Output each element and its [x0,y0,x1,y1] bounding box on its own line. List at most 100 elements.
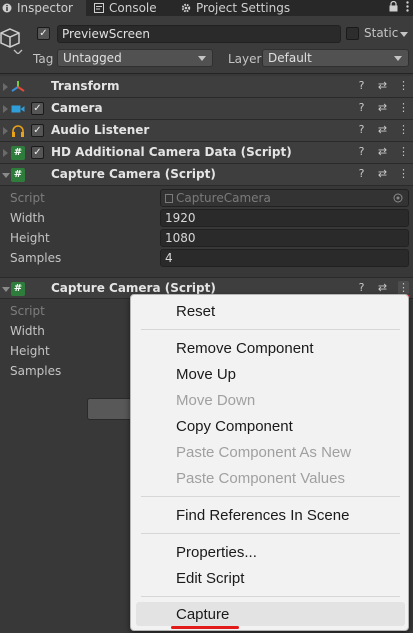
more-icon[interactable]: ⋮ [398,123,409,137]
preset-icon[interactable]: ⇄ [377,281,388,295]
tag-value: Untagged [63,51,122,65]
layer-value: Default [268,51,312,65]
tab-project-settings[interactable]: Project Settings [181,0,290,16]
tab-inspector[interactable]: Inspector [0,0,86,16]
lock-icon[interactable] [389,1,398,12]
foldout-arrow-icon[interactable] [3,149,8,157]
menu-item-edit-script[interactable]: Edit Script [176,568,244,590]
component-title: HD Additional Camera Data (Script) [51,145,292,159]
camera-icon [11,105,25,113]
preset-icon[interactable]: ⇄ [377,101,388,115]
width-label: Width [10,211,45,225]
tab-bar-actions [389,1,409,12]
samples-label: Samples [10,251,62,265]
preset-icon[interactable]: ⇄ [377,123,388,137]
tab-label: Inspector [17,1,73,15]
foldout-arrow-icon[interactable] [3,127,8,135]
more-icon[interactable]: ⋮ [398,167,409,181]
component-enabled-checkbox[interactable]: ✓ [31,124,44,137]
help-icon[interactable]: ? [356,123,367,137]
preset-icon[interactable]: ⇄ [377,79,388,93]
object-name-field[interactable]: PreviewScreen [57,25,341,43]
annotation-underline [171,626,239,629]
chevron-down-icon[interactable] [400,32,408,37]
component-actions: ? ⇄ ⋮ [356,167,409,181]
component-actions: ? ⇄ ⋮ [356,123,409,137]
menu-item-reset[interactable]: Reset [176,301,215,323]
width-field[interactable]: 1920 [160,209,409,227]
tag-dropdown[interactable]: Untagged [57,49,213,67]
component-title: Camera [51,101,103,115]
console-icon [94,3,104,13]
component-camera[interactable]: ✓ Camera ? ⇄ ⋮ [0,98,413,120]
chevron-down-icon [394,56,402,61]
foldout-arrow-icon[interactable] [3,105,8,113]
script-icon: # [11,146,25,160]
height-label: Height [10,344,50,358]
menu-item-paste-component-as-new: Paste Component As New [176,444,352,461]
tab-label: Console [109,1,157,15]
menu-item-copy-component[interactable]: Copy Component [176,416,293,438]
more-icon[interactable]: ⋮ [398,145,409,159]
menu-separator [141,329,400,330]
menu-item-remove-component[interactable]: Remove Component [176,338,314,360]
samples-field[interactable]: 4 [160,249,409,267]
menu-item-move-down: Move Down [176,392,256,409]
component-enabled-checkbox[interactable]: ✓ [31,102,44,115]
component-title: Capture Camera (Script) [51,281,216,295]
component-actions: ? ⇄ ⋮ [356,79,409,93]
menu-item-paste-component-values: Paste Component Values [176,470,345,487]
gameobject-cube-icon [0,28,23,54]
menu-separator [141,496,400,497]
script-label: Script [10,304,45,318]
height-field[interactable]: 1080 [160,229,409,247]
help-icon[interactable]: ? [356,281,367,295]
component-audio-listener[interactable]: ✓ Audio Listener ? ⇄ ⋮ [0,120,413,142]
width-label: Width [10,324,45,338]
help-icon[interactable]: ? [356,79,367,93]
component-title: Capture Camera (Script) [51,167,216,181]
component-transform[interactable]: Transform ? ⇄ ⋮ [0,76,413,98]
component-title: Transform [51,79,120,93]
chevron-down-icon [198,56,206,61]
more-icon[interactable] [406,1,409,12]
preset-icon[interactable]: ⇄ [377,145,388,159]
headphones-icon [12,125,24,137]
more-icon[interactable]: ⋮ [398,101,409,115]
tag-label: Tag [33,52,54,66]
script-value: CaptureCamera [176,191,271,205]
help-icon[interactable]: ? [356,145,367,159]
help-icon[interactable]: ? [356,167,367,181]
component-enabled-checkbox[interactable]: ✓ [31,146,44,159]
object-header: ✓ PreviewScreen Static Tag Untagged Laye… [0,16,413,74]
menu-item-move-up[interactable]: Move Up [176,364,236,386]
menu-item-find-references[interactable]: Find References In Scene [176,505,349,527]
tab-label: Project Settings [196,1,291,15]
more-icon[interactable]: ⋮ [398,281,409,295]
foldout-arrow-icon[interactable] [2,173,10,178]
transform-icon [11,81,25,92]
gear-icon [181,3,191,13]
object-picker-icon[interactable] [393,193,403,203]
object-active-checkbox[interactable]: ✓ [37,27,50,40]
menu-item-properties[interactable]: Properties... [176,542,257,564]
component-capture-camera-1[interactable]: # Capture Camera (Script) ? ⇄ ⋮ [0,164,413,186]
menu-item-capture[interactable]: Capture [176,604,229,626]
foldout-arrow-icon[interactable] [3,83,8,91]
height-label: Height [10,231,50,245]
script-object-field[interactable]: CaptureCamera [160,189,409,207]
component-actions: ? ⇄ ⋮ [356,101,409,115]
component-actions: ? ⇄ ⋮ [356,145,409,159]
tab-console[interactable]: Console [94,0,157,16]
static-checkbox[interactable] [346,27,359,40]
component-hd-additional-camera-data[interactable]: # ✓ HD Additional Camera Data (Script) ?… [0,142,413,164]
more-icon[interactable]: ⋮ [398,79,409,93]
layer-dropdown[interactable]: Default [262,49,409,67]
preset-icon[interactable]: ⇄ [377,167,388,181]
component-context-menu: Reset Remove Component Move Up Move Down… [130,294,409,631]
help-icon[interactable]: ? [356,101,367,115]
static-label: Static [364,26,399,40]
foldout-arrow-icon[interactable] [2,287,10,292]
samples-label: Samples [10,364,62,378]
editor-tab-bar: Inspector Console Project Settings [0,0,413,16]
